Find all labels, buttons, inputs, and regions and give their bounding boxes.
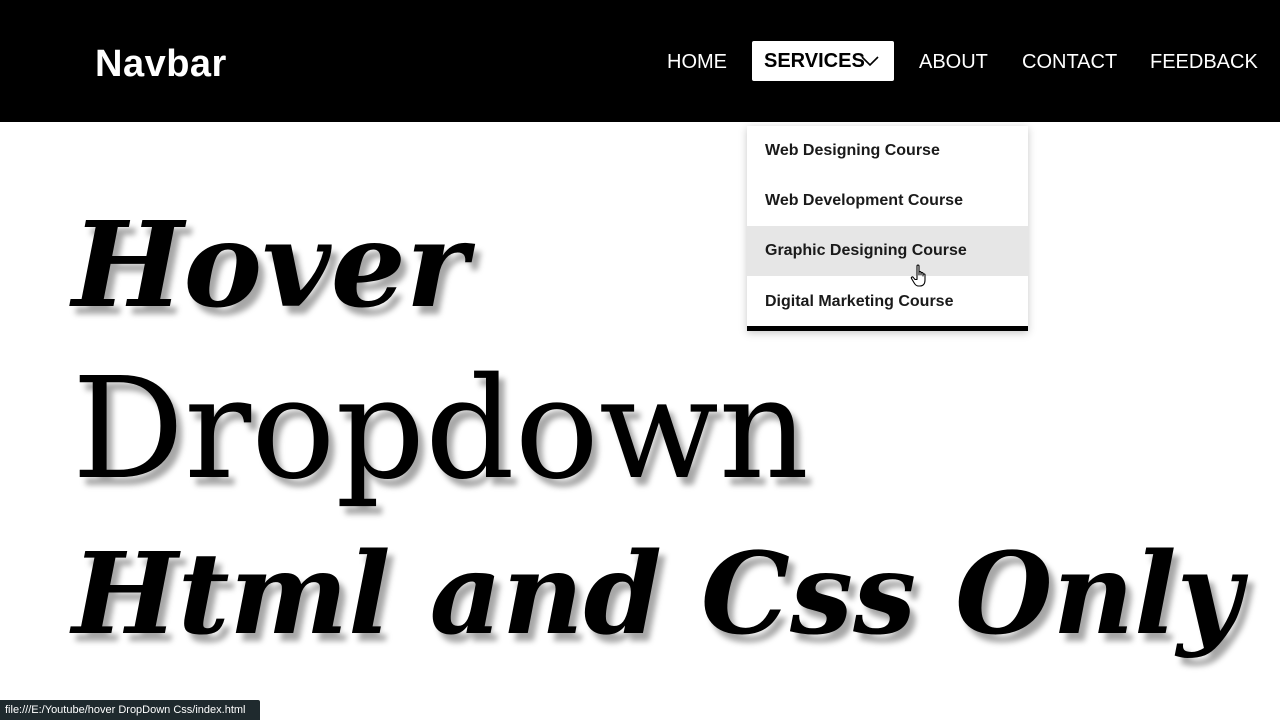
dropdown-item-label: Web Development Course <box>765 192 963 209</box>
headline-line-3: Html and Css Only <box>72 529 1242 660</box>
navbar-brand[interactable]: Navbar <box>95 42 227 86</box>
nav-link-services[interactable]: SERVICES <box>752 41 894 81</box>
navbar: Navbar HOME SERVICES ABOUT CONTACT FEEDB… <box>0 0 1280 122</box>
status-url: file:///E:/Youtube/hover DropDown Css/in… <box>5 704 246 716</box>
hand-pointer-icon <box>910 264 926 287</box>
browser-status-bar: file:///E:/Youtube/hover DropDown Css/in… <box>0 700 260 720</box>
nav-link-contact[interactable]: CONTACT <box>1022 48 1117 76</box>
dropdown-item-label: Graphic Designing Course <box>765 242 967 259</box>
chevron-down-icon <box>861 56 879 67</box>
nav-link-home[interactable]: HOME <box>667 48 727 76</box>
dropdown-item-label: Digital Marketing Course <box>765 293 954 310</box>
nav-link-services-label: SERVICES <box>764 50 865 72</box>
dropdown-item-label: Web Designing Course <box>765 142 940 159</box>
nav-link-feedback[interactable]: FEEDBACK <box>1150 48 1258 76</box>
dropdown-item-web-designing[interactable]: Web Designing Course <box>747 126 1028 176</box>
nav-link-about[interactable]: ABOUT <box>919 48 988 76</box>
services-dropdown-menu: Web Designing Course Web Development Cou… <box>747 126 1028 331</box>
page: Navbar HOME SERVICES ABOUT CONTACT FEEDB… <box>0 0 1280 720</box>
dropdown-item-web-development[interactable]: Web Development Course <box>747 176 1028 226</box>
headline-line-1: Hover <box>72 195 469 334</box>
dropdown-item-graphic-designing[interactable]: Graphic Designing Course <box>747 226 1028 276</box>
headline-line-2: Dropdown <box>72 348 809 511</box>
dropdown-item-digital-marketing[interactable]: Digital Marketing Course <box>747 277 1028 327</box>
